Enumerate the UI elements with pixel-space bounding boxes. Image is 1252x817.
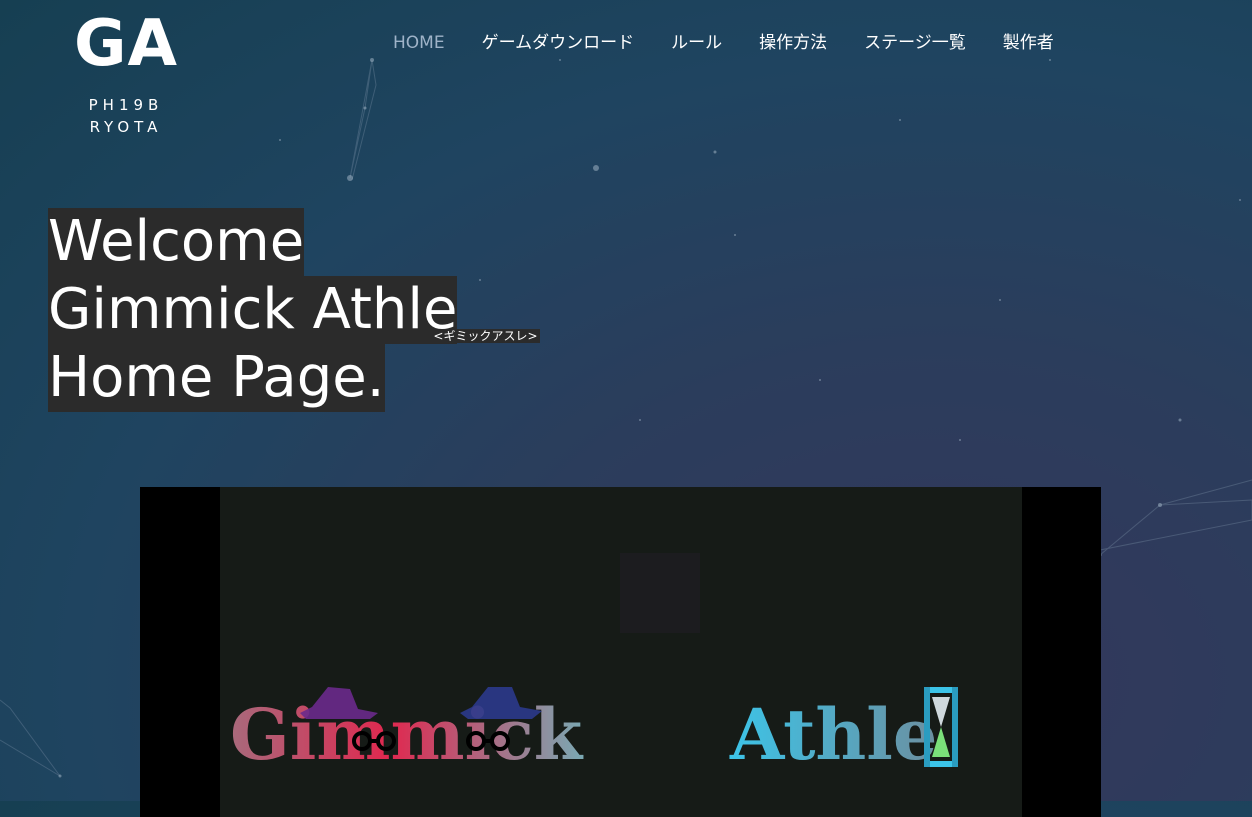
video-player[interactable]: Gimmick Athle	[140, 487, 1101, 817]
game-title-logo: Gimmick Athle	[230, 687, 958, 776]
video-placeholder-box	[620, 553, 700, 633]
hero-heading: Welcome Gimmick Athle<ギミックアスレ> Home Page…	[48, 208, 540, 412]
main-nav: HOME ゲームダウンロード ルール 操作方法 ステージ一覧 製作者	[393, 31, 1091, 55]
logo-subtitle-line1: PH19B	[88, 96, 164, 114]
nav-stage-list[interactable]: ステージ一覧	[864, 31, 966, 55]
nav-controls[interactable]: 操作方法	[759, 31, 827, 55]
nav-home[interactable]: HOME	[393, 31, 445, 55]
hero-line-welcome: Welcome	[48, 208, 305, 276]
logo-subtitle-line2: RYOTA	[89, 118, 163, 136]
game-title-word1: Gimmick	[230, 693, 584, 776]
nav-game-download[interactable]: ゲームダウンロード	[482, 31, 635, 55]
nav-rules[interactable]: ルール	[671, 31, 722, 55]
nav-creator[interactable]: 製作者	[1003, 31, 1054, 55]
site-logo[interactable]: GA PH19B RYOTA	[60, 8, 192, 138]
hero-line-homepage: Home Page.	[48, 344, 385, 412]
hero-ruby-reading: <ギミックアスレ>	[431, 329, 540, 343]
hourglass-icon	[924, 687, 958, 767]
logo-main-text: GA	[73, 7, 179, 81]
video-frame: Gimmick Athle	[220, 487, 1022, 817]
game-title-word2: Athle	[729, 693, 937, 776]
hero-line-title: Gimmick Athle	[48, 276, 458, 344]
